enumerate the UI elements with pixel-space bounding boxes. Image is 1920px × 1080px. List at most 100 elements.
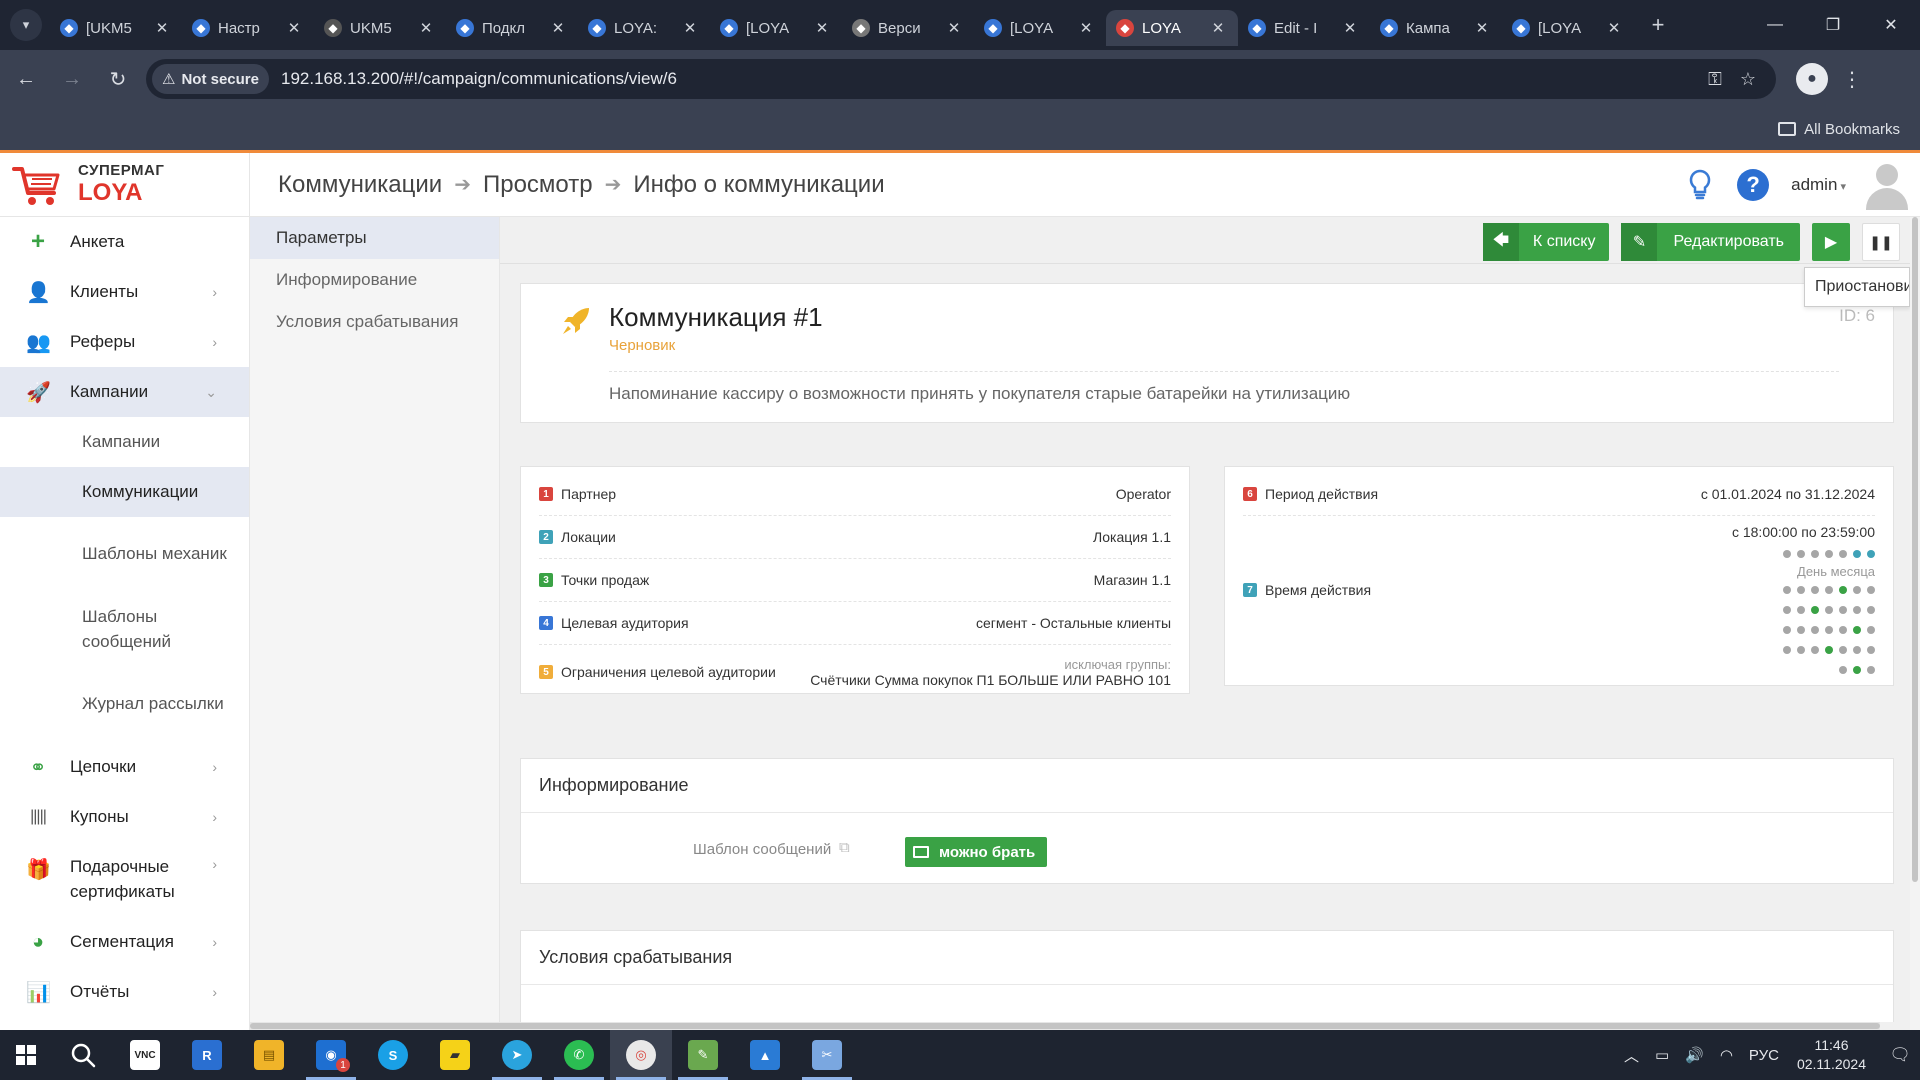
not-secure-chip[interactable]: ⚠ Not secure [152, 64, 269, 94]
browser-tab[interactable]: ◆ [UKM5 ✕ [50, 10, 182, 46]
taskbar-explorer[interactable]: ▤ [238, 1030, 300, 1080]
taskbar-photos[interactable]: ▲ [734, 1030, 796, 1080]
taskbar-skype[interactable]: S [362, 1030, 424, 1080]
taskbar-vnc[interactable]: VNC [114, 1030, 176, 1080]
tab-close-icon[interactable]: ✕ [680, 19, 700, 37]
sidebar-sub-communications[interactable]: Коммуникации [0, 467, 249, 517]
tab-close-icon[interactable]: ✕ [284, 19, 304, 37]
tab-close-icon[interactable]: ✕ [1208, 19, 1228, 37]
sidebar-item-chains[interactable]: ⚭ Цепочки › [0, 742, 249, 792]
tab-close-icon[interactable]: ✕ [1076, 19, 1096, 37]
all-bookmarks-link[interactable]: All Bookmarks [1804, 121, 1900, 138]
sidebar-sub-campaigns[interactable]: Кампании [0, 417, 249, 467]
taskbar-r[interactable]: R [176, 1030, 238, 1080]
taskbar-editor[interactable]: ✎ [672, 1030, 734, 1080]
photos-icon: ▲ [750, 1040, 780, 1070]
user-menu[interactable]: admin ▾ [1791, 175, 1846, 195]
volume-icon[interactable]: 🔊 [1685, 1046, 1704, 1064]
help-icon[interactable]: ? [1737, 168, 1770, 201]
browser-tab[interactable]: ◆ LOYA ✕ [1106, 10, 1238, 46]
tab-close-icon[interactable]: ✕ [152, 19, 172, 37]
template-badge[interactable]: можно брать [905, 837, 1048, 867]
sidebar-sub-mailing-log[interactable]: Журнал рассылки [0, 667, 249, 742]
tab-close-icon[interactable]: ✕ [416, 19, 436, 37]
tab-search-button[interactable]: ▾ [10, 9, 42, 41]
sidebar-item-gift-certificates[interactable]: 🎁 Подарочные сертификаты › [0, 842, 249, 917]
profile-icon[interactable]: ● [1796, 63, 1828, 95]
section-nav: Параметры Информирование Условия срабаты… [250, 217, 500, 1030]
battery-icon[interactable]: ▭ [1655, 1046, 1669, 1064]
start-button[interactable] [0, 1030, 52, 1080]
avatar[interactable] [1864, 160, 1908, 210]
pause-button[interactable]: ❚❚ [1862, 223, 1900, 261]
browser-menu-icon[interactable]: ⋮ [1836, 67, 1868, 92]
sidebar-item-clients[interactable]: 👤 Клиенты › [0, 267, 249, 317]
browser-tab[interactable]: ◆ [LOYA ✕ [710, 10, 842, 46]
minimize-icon[interactable]: — [1746, 5, 1804, 45]
tab-close-icon[interactable]: ✕ [1604, 19, 1624, 37]
tab-close-icon[interactable]: ✕ [548, 19, 568, 37]
chrome-icon: ◎ [626, 1040, 656, 1070]
close-window-icon[interactable]: ✕ [1862, 5, 1920, 45]
browser-tab[interactable]: ◆ Подкл ✕ [446, 10, 578, 46]
section-nav-conditions[interactable]: Условия срабатывания [250, 301, 499, 343]
sidebar-item-segmentation[interactable]: ◕ Сегментация › [0, 917, 249, 967]
language-indicator[interactable]: РУС [1749, 1047, 1779, 1064]
sidebar-item-reports[interactable]: 📊 Отчёты › [0, 967, 249, 1017]
browser-tab[interactable]: ◆ LOYA: ✕ [578, 10, 710, 46]
sidebar-item-referrers[interactable]: 👥 Реферы › [0, 317, 249, 367]
schedule-dot [1825, 606, 1833, 614]
logo[interactable]: СУПЕРМАГ LOYA [0, 152, 250, 217]
back-icon[interactable]: ← [6, 59, 46, 99]
breadcrumb-view[interactable]: Просмотр [483, 171, 593, 199]
informing-title: Информирование [521, 759, 1893, 813]
breadcrumb-communications[interactable]: Коммуникации [278, 171, 442, 199]
tab-close-icon[interactable]: ✕ [1340, 19, 1360, 37]
forward-icon[interactable]: → [52, 59, 92, 99]
taskbar-snip[interactable]: ✂ [796, 1030, 858, 1080]
sidebar-sub-message-templates[interactable]: Шаблоны сообщений [0, 592, 249, 667]
network-icon[interactable]: ◠ [1720, 1046, 1733, 1064]
taskbar-sticky[interactable]: ▰ [424, 1030, 486, 1080]
sidebar-item-coupons[interactable]: ||||| Купоны › [0, 792, 249, 842]
browser-tab[interactable]: ◆ [LOYA ✕ [974, 10, 1106, 46]
taskbar-chrome[interactable]: ◎ [610, 1030, 672, 1080]
browser-tab[interactable]: ◆ Настр ✕ [182, 10, 314, 46]
restore-icon[interactable]: ❐ [1804, 5, 1862, 45]
bookmark-star-icon[interactable]: ☆ [1740, 69, 1756, 90]
chevron-up-icon[interactable]: ︿ [1624, 1045, 1639, 1066]
taskbar-outlook[interactable]: ◉ 1 [300, 1030, 362, 1080]
tab-close-icon[interactable]: ✕ [944, 19, 964, 37]
horizontal-scrollbar[interactable] [250, 1022, 1880, 1030]
new-tab-button[interactable]: + [1640, 7, 1676, 43]
taskbar-whatsapp[interactable]: ✆ [548, 1030, 610, 1080]
lightbulb-icon[interactable] [1685, 167, 1715, 203]
reload-icon[interactable]: ↻ [98, 59, 138, 99]
schedule-dot [1839, 646, 1847, 654]
search-icon[interactable] [52, 1030, 114, 1080]
browser-tab[interactable]: ◆ [LOYA ✕ [1502, 10, 1634, 46]
browser-tab[interactable]: ◆ UKM5 ✕ [314, 10, 446, 46]
key-icon[interactable]: ⚿ [1708, 69, 1722, 90]
browser-tab[interactable]: ◆ Edit - I ✕ [1238, 10, 1370, 46]
sidebar-item-questionnaire[interactable]: + Анкета [0, 217, 249, 267]
sidebar-item-campaigns[interactable]: 🚀 Кампании ⌄ [0, 367, 249, 417]
copy-icon[interactable]: ⧉ [839, 839, 850, 856]
section-nav-parameters[interactable]: Параметры [250, 217, 499, 259]
back-to-list-button[interactable]: 🡄 К списку [1482, 223, 1610, 261]
jira-icon: ◆ [588, 19, 606, 37]
play-button[interactable]: ▶ [1812, 223, 1850, 261]
tab-close-icon[interactable]: ✕ [1472, 19, 1492, 37]
section-nav-informing[interactable]: Информирование [250, 259, 499, 301]
browser-tab[interactable]: ◆ Кампа ✕ [1370, 10, 1502, 46]
notifications-icon[interactable]: 🗨 [1880, 1045, 1920, 1065]
browser-tab[interactable]: ◆ Верси ✕ [842, 10, 974, 46]
taskbar-telegram[interactable]: ➤ [486, 1030, 548, 1080]
tab-close-icon[interactable]: ✕ [812, 19, 832, 37]
clock[interactable]: 11:46 02.11.2024 [1797, 1036, 1866, 1074]
url-text[interactable]: 192.168.13.200/#!/campaign/communication… [281, 69, 677, 89]
sidebar-sub-mechanic-templates[interactable]: Шаблоны механик [0, 517, 249, 592]
omnibox[interactable]: ⚠ Not secure 192.168.13.200/#!/campaign/… [146, 59, 1776, 99]
edit-button[interactable]: ✎ Редактировать [1621, 223, 1800, 261]
vertical-scrollbar[interactable] [1910, 217, 1920, 1030]
